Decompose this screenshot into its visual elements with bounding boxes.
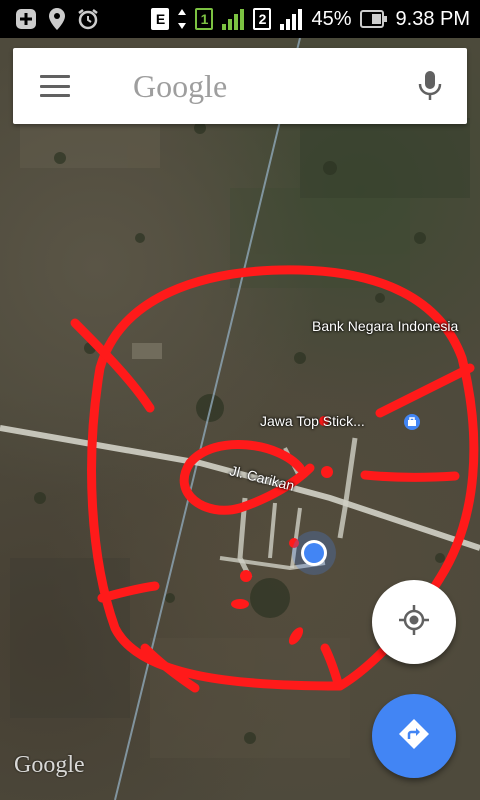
map-label-bank[interactable]: Bank Negara Indonesia <box>312 318 458 334</box>
sim1-badge: 1 <box>195 8 214 30</box>
add-box-icon <box>14 7 38 31</box>
alarm-icon <box>76 7 100 31</box>
network-type-badge: E <box>151 8 170 30</box>
search-bar[interactable]: Google <box>13 48 467 124</box>
map-label-shop[interactable]: Jawa Top Stick... <box>260 413 365 429</box>
hamburger-menu-icon[interactable] <box>40 75 70 97</box>
microphone-icon[interactable] <box>417 70 443 102</box>
data-arrows-icon <box>177 7 187 31</box>
signal-sim1-icon <box>221 7 245 31</box>
directions-button[interactable] <box>372 694 456 778</box>
signal-sim2-icon <box>279 7 303 31</box>
google-watermark: Google <box>14 752 85 778</box>
battery-percent: 45% <box>311 7 352 30</box>
battery-icon <box>359 9 388 29</box>
location-pin-icon <box>48 7 66 31</box>
my-location-button[interactable] <box>372 580 456 664</box>
clock: 9.38 PM <box>395 7 470 30</box>
sim2-badge: 2 <box>253 8 272 30</box>
search-logo[interactable]: Google <box>133 68 227 105</box>
map-view[interactable]: Bank Negara Indonesia Jawa Top Stick... … <box>0 38 480 800</box>
directions-icon <box>397 717 431 755</box>
location-dot <box>304 543 324 563</box>
my-location-icon <box>397 603 431 641</box>
status-bar: E 1 2 45% 9.38 PM <box>0 0 480 38</box>
